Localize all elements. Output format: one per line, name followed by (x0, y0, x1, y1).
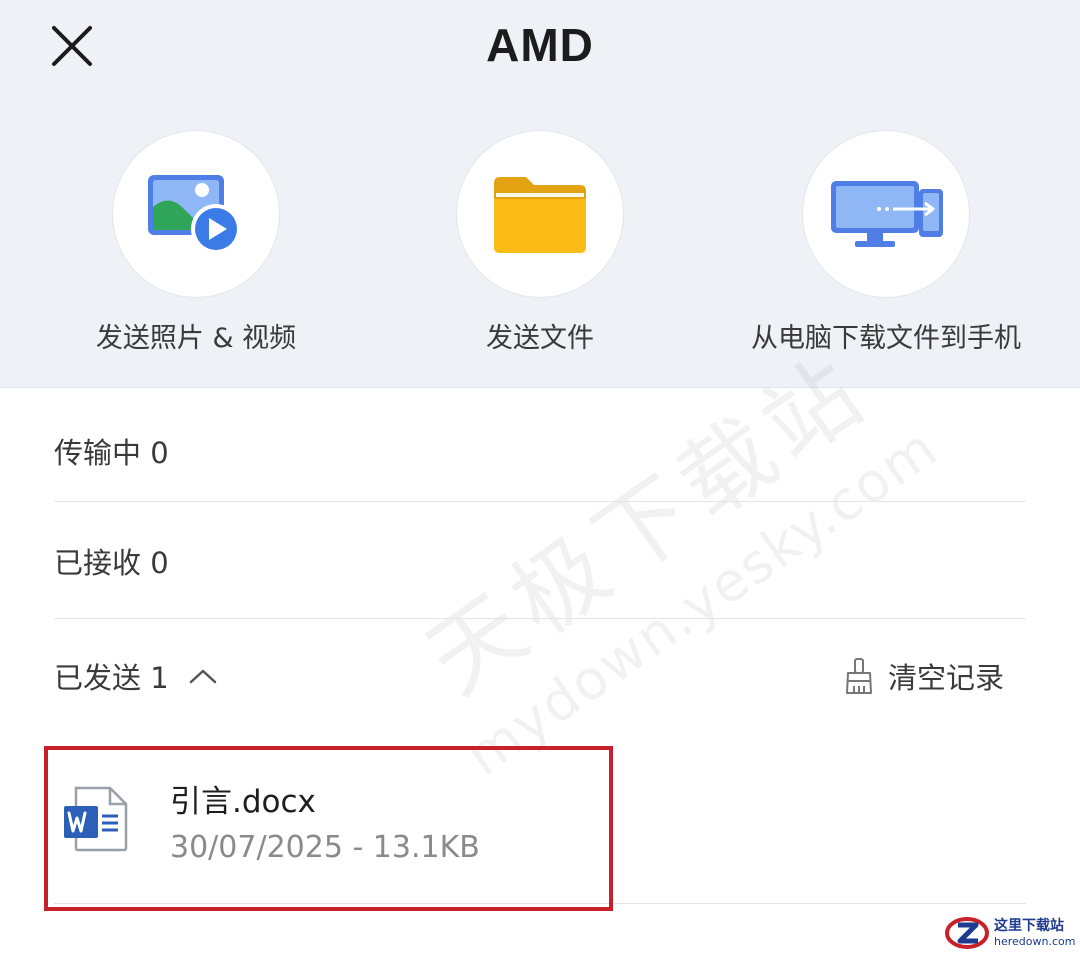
word-document-icon (62, 786, 128, 856)
file-name: 引言.docx (170, 784, 316, 820)
computer-circle[interactable] (802, 130, 970, 298)
action-label-photos: 发送照片 & 视频 (95, 323, 297, 354)
send-file-button[interactable]: 发送文件 (402, 130, 678, 355)
computer-to-phone-icon (831, 181, 943, 247)
corner-logo-line-2: heredown.com (994, 935, 1076, 948)
folder-icon (494, 177, 586, 253)
row-sent: 已发送 1 清空记录 (54, 620, 1026, 732)
corner-logo-line-1: 这里下载站 (994, 918, 1064, 934)
send-photos-videos-button[interactable]: 发送照片 & 视频 (58, 130, 334, 355)
page-title: AMD (486, 19, 594, 71)
file-meta: 30/07/2025 - 13.1KB (170, 830, 480, 865)
row-transferring[interactable]: 传输中 0 (54, 400, 1026, 502)
sent-label: 已发送 1 (54, 661, 169, 695)
clear-records-label: 清空记录 (887, 661, 1004, 695)
close-button[interactable] (46, 22, 98, 70)
heredown-logo-icon (945, 917, 989, 949)
action-label-file: 发送文件 (486, 323, 594, 354)
transferring-label: 传输中 0 (54, 435, 169, 470)
broom-icon (844, 657, 874, 695)
corner-logo: 这里下载站 heredown.com (944, 913, 1078, 953)
photo-video-circle[interactable] (112, 130, 280, 298)
list-item[interactable]: 引言.docx 30/07/2025 - 13.1KB (54, 740, 1026, 904)
chevron-up-icon (189, 667, 217, 685)
clear-records-button[interactable]: 清空记录 (844, 655, 1004, 697)
photo-video-icon (148, 175, 241, 254)
sent-toggle[interactable]: 已发送 1 (54, 655, 217, 697)
action-label-download: 从电脑下载文件到手机 (751, 323, 1021, 354)
top-panel: AMD 发送照片 & 视频 发送文件 从电脑下载文件到手机 (0, 0, 1080, 388)
folder-circle[interactable] (456, 130, 624, 298)
close-icon[interactable] (50, 24, 94, 68)
download-from-computer-button[interactable]: 从电脑下载文件到手机 (728, 130, 1044, 355)
received-label: 已接收 0 (54, 545, 169, 580)
row-received[interactable]: 已接收 0 (54, 503, 1026, 619)
